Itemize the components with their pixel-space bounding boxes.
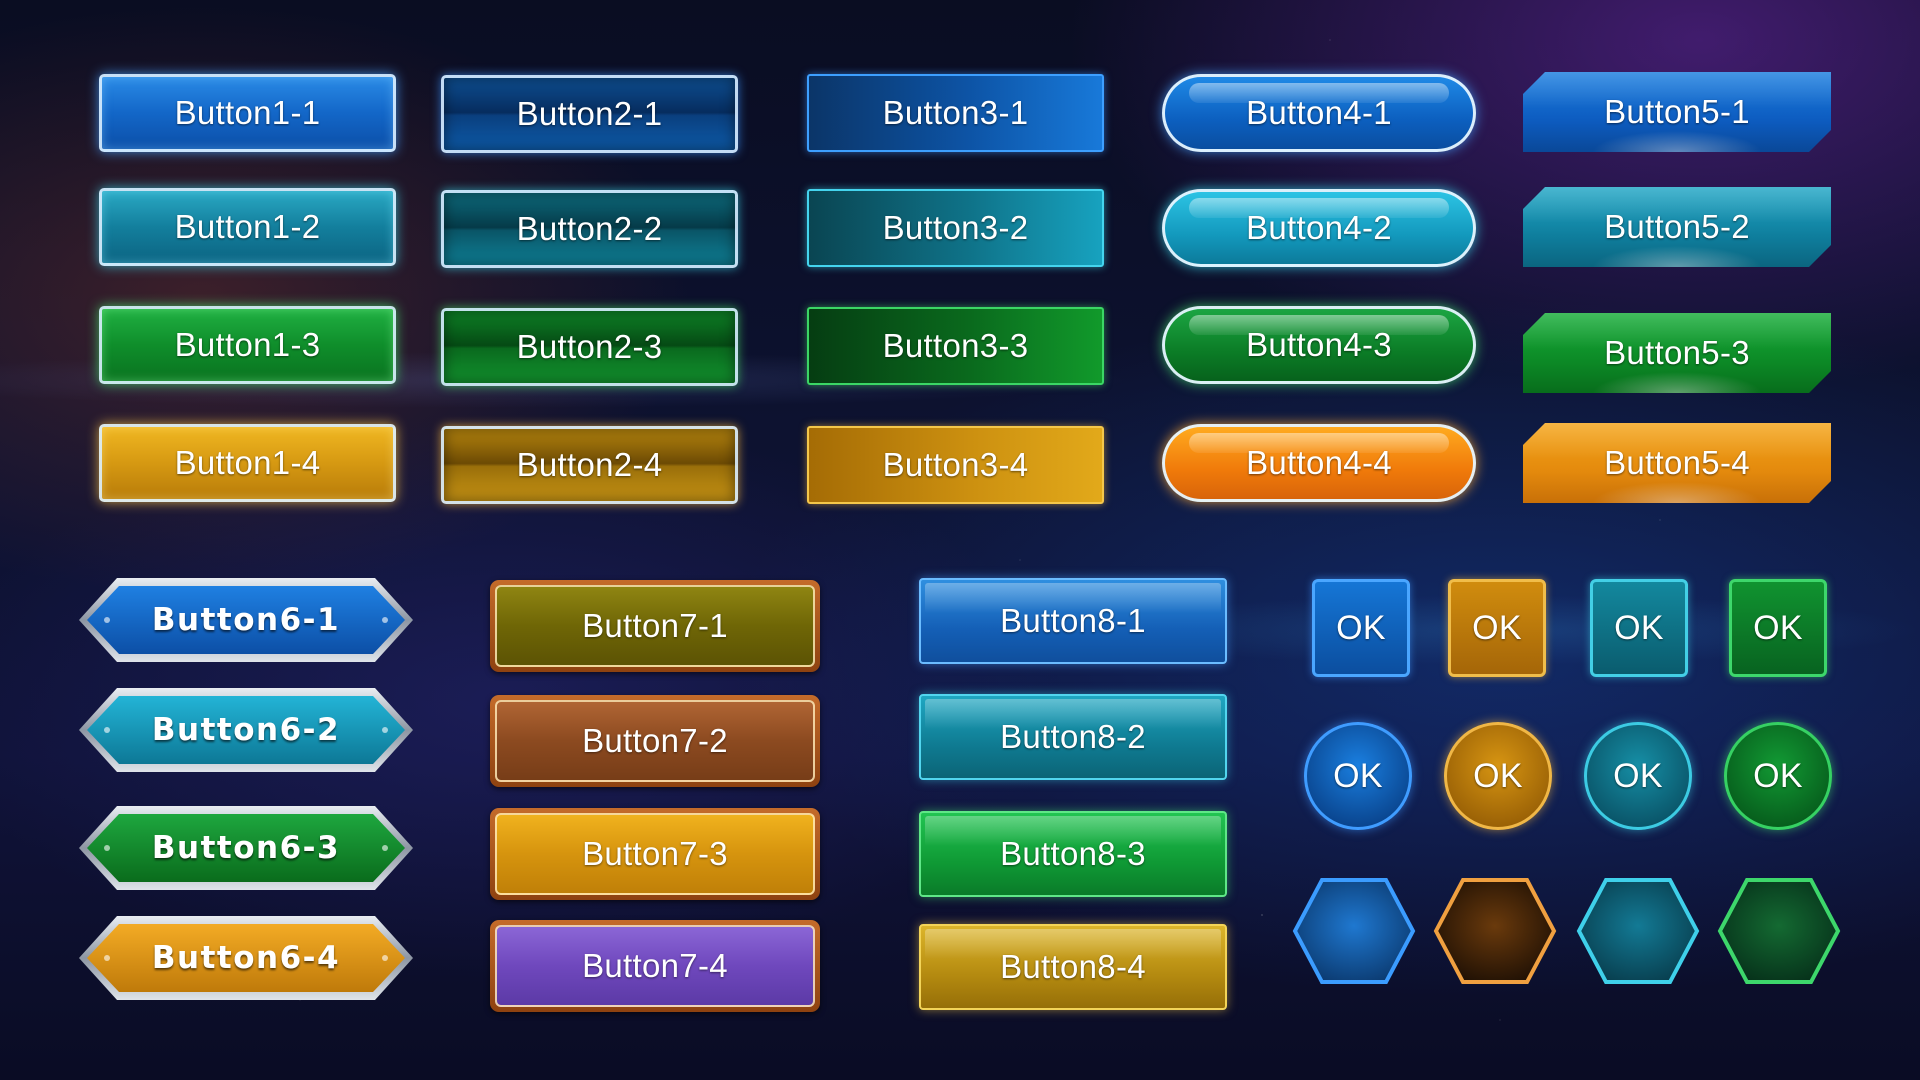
button7-2[interactable]: Button7-2 bbox=[490, 695, 820, 787]
button7-2-label: Button7-2 bbox=[495, 700, 815, 782]
button4-2[interactable]: Button4-2 bbox=[1162, 189, 1476, 267]
rivet-icon bbox=[382, 617, 388, 623]
button4-4[interactable]: Button4-4 bbox=[1162, 424, 1476, 502]
button8-4[interactable]: Button8-4 bbox=[919, 924, 1227, 1010]
ok-square-button-cyan[interactable]: OK bbox=[1590, 579, 1688, 677]
button5-4-label: Button5-4 bbox=[1604, 444, 1750, 481]
hex-button-cyan[interactable] bbox=[1575, 876, 1701, 986]
ok-square-button-blue[interactable]: OK bbox=[1312, 579, 1410, 677]
button1-4[interactable]: Button1-4 bbox=[99, 424, 396, 502]
button8-2[interactable]: Button8-2 bbox=[919, 694, 1227, 780]
button1-3[interactable]: Button1-3 bbox=[99, 306, 396, 384]
button5-3-label: Button5-3 bbox=[1604, 334, 1750, 371]
hexagon-icon bbox=[1292, 878, 1416, 984]
button6-1-label: Button6-1 bbox=[87, 586, 405, 654]
button4-1[interactable]: Button4-1 bbox=[1162, 74, 1476, 152]
hex-button-amber[interactable] bbox=[1432, 876, 1558, 986]
button6-4[interactable]: Button6-4 bbox=[79, 916, 413, 1000]
button4-2-label: Button4-2 bbox=[1246, 209, 1392, 246]
button1-2[interactable]: Button1-2 bbox=[99, 188, 396, 266]
ok-circle-button-amber[interactable]: OK bbox=[1444, 722, 1552, 830]
button6-2-label: Button6-2 bbox=[87, 696, 405, 764]
rivet-icon bbox=[104, 845, 110, 851]
button5-2[interactable]: Button5-2 bbox=[1523, 187, 1831, 267]
button8-4-label: Button8-4 bbox=[1000, 948, 1146, 985]
button6-3-label: Button6-3 bbox=[87, 814, 405, 882]
hex-button-green[interactable] bbox=[1716, 876, 1842, 986]
ok-circle-button-blue[interactable]: OK bbox=[1304, 722, 1412, 830]
button6-2[interactable]: Button6-2 bbox=[79, 688, 413, 772]
button2-3[interactable]: Button2-3 bbox=[441, 308, 738, 386]
button6-1[interactable]: Button6-1 bbox=[79, 578, 413, 662]
button8-3-label: Button8-3 bbox=[1000, 835, 1146, 872]
button1-1[interactable]: Button1-1 bbox=[99, 74, 396, 152]
button5-1-label: Button5-1 bbox=[1604, 93, 1750, 130]
button5-3[interactable]: Button5-3 bbox=[1523, 313, 1831, 393]
button4-3[interactable]: Button4-3 bbox=[1162, 306, 1476, 384]
button4-1-label: Button4-1 bbox=[1246, 94, 1392, 131]
rivet-icon bbox=[104, 617, 110, 623]
button8-1[interactable]: Button8-1 bbox=[919, 578, 1227, 664]
button7-4-label: Button7-4 bbox=[495, 925, 815, 1007]
hexagon-icon bbox=[1433, 878, 1557, 984]
rivet-icon bbox=[382, 955, 388, 961]
rivet-icon bbox=[382, 727, 388, 733]
button5-2-label: Button5-2 bbox=[1604, 208, 1750, 245]
button8-1-label: Button8-1 bbox=[1000, 602, 1146, 639]
button3-4[interactable]: Button3-4 bbox=[807, 426, 1104, 504]
button5-4[interactable]: Button5-4 bbox=[1523, 423, 1831, 503]
button6-4-label: Button6-4 bbox=[87, 924, 405, 992]
button3-3[interactable]: Button3-3 bbox=[807, 307, 1104, 385]
button7-4[interactable]: Button7-4 bbox=[490, 920, 820, 1012]
ok-circle-button-green[interactable]: OK bbox=[1724, 722, 1832, 830]
ok-circle-button-cyan[interactable]: OK bbox=[1584, 722, 1692, 830]
ok-square-button-amber[interactable]: OK bbox=[1448, 579, 1546, 677]
hex-button-blue[interactable] bbox=[1291, 876, 1417, 986]
ok-square-button-green[interactable]: OK bbox=[1729, 579, 1827, 677]
button7-1[interactable]: Button7-1 bbox=[490, 580, 820, 672]
button2-4[interactable]: Button2-4 bbox=[441, 426, 738, 504]
button5-1[interactable]: Button5-1 bbox=[1523, 72, 1831, 152]
hexagon-icon bbox=[1576, 878, 1700, 984]
rivet-icon bbox=[104, 727, 110, 733]
button4-3-label: Button4-3 bbox=[1246, 326, 1392, 363]
button3-1[interactable]: Button3-1 bbox=[807, 74, 1104, 152]
hexagon-icon bbox=[1717, 878, 1841, 984]
button8-2-label: Button8-2 bbox=[1000, 718, 1146, 755]
button2-1[interactable]: Button2-1 bbox=[441, 75, 738, 153]
button7-3-label: Button7-3 bbox=[495, 813, 815, 895]
rivet-icon bbox=[382, 845, 388, 851]
button2-2[interactable]: Button2-2 bbox=[441, 190, 738, 268]
button4-4-label: Button4-4 bbox=[1246, 444, 1392, 481]
button7-3[interactable]: Button7-3 bbox=[490, 808, 820, 900]
button7-1-label: Button7-1 bbox=[495, 585, 815, 667]
button3-2[interactable]: Button3-2 bbox=[807, 189, 1104, 267]
button8-3[interactable]: Button8-3 bbox=[919, 811, 1227, 897]
button6-3[interactable]: Button6-3 bbox=[79, 806, 413, 890]
rivet-icon bbox=[104, 955, 110, 961]
